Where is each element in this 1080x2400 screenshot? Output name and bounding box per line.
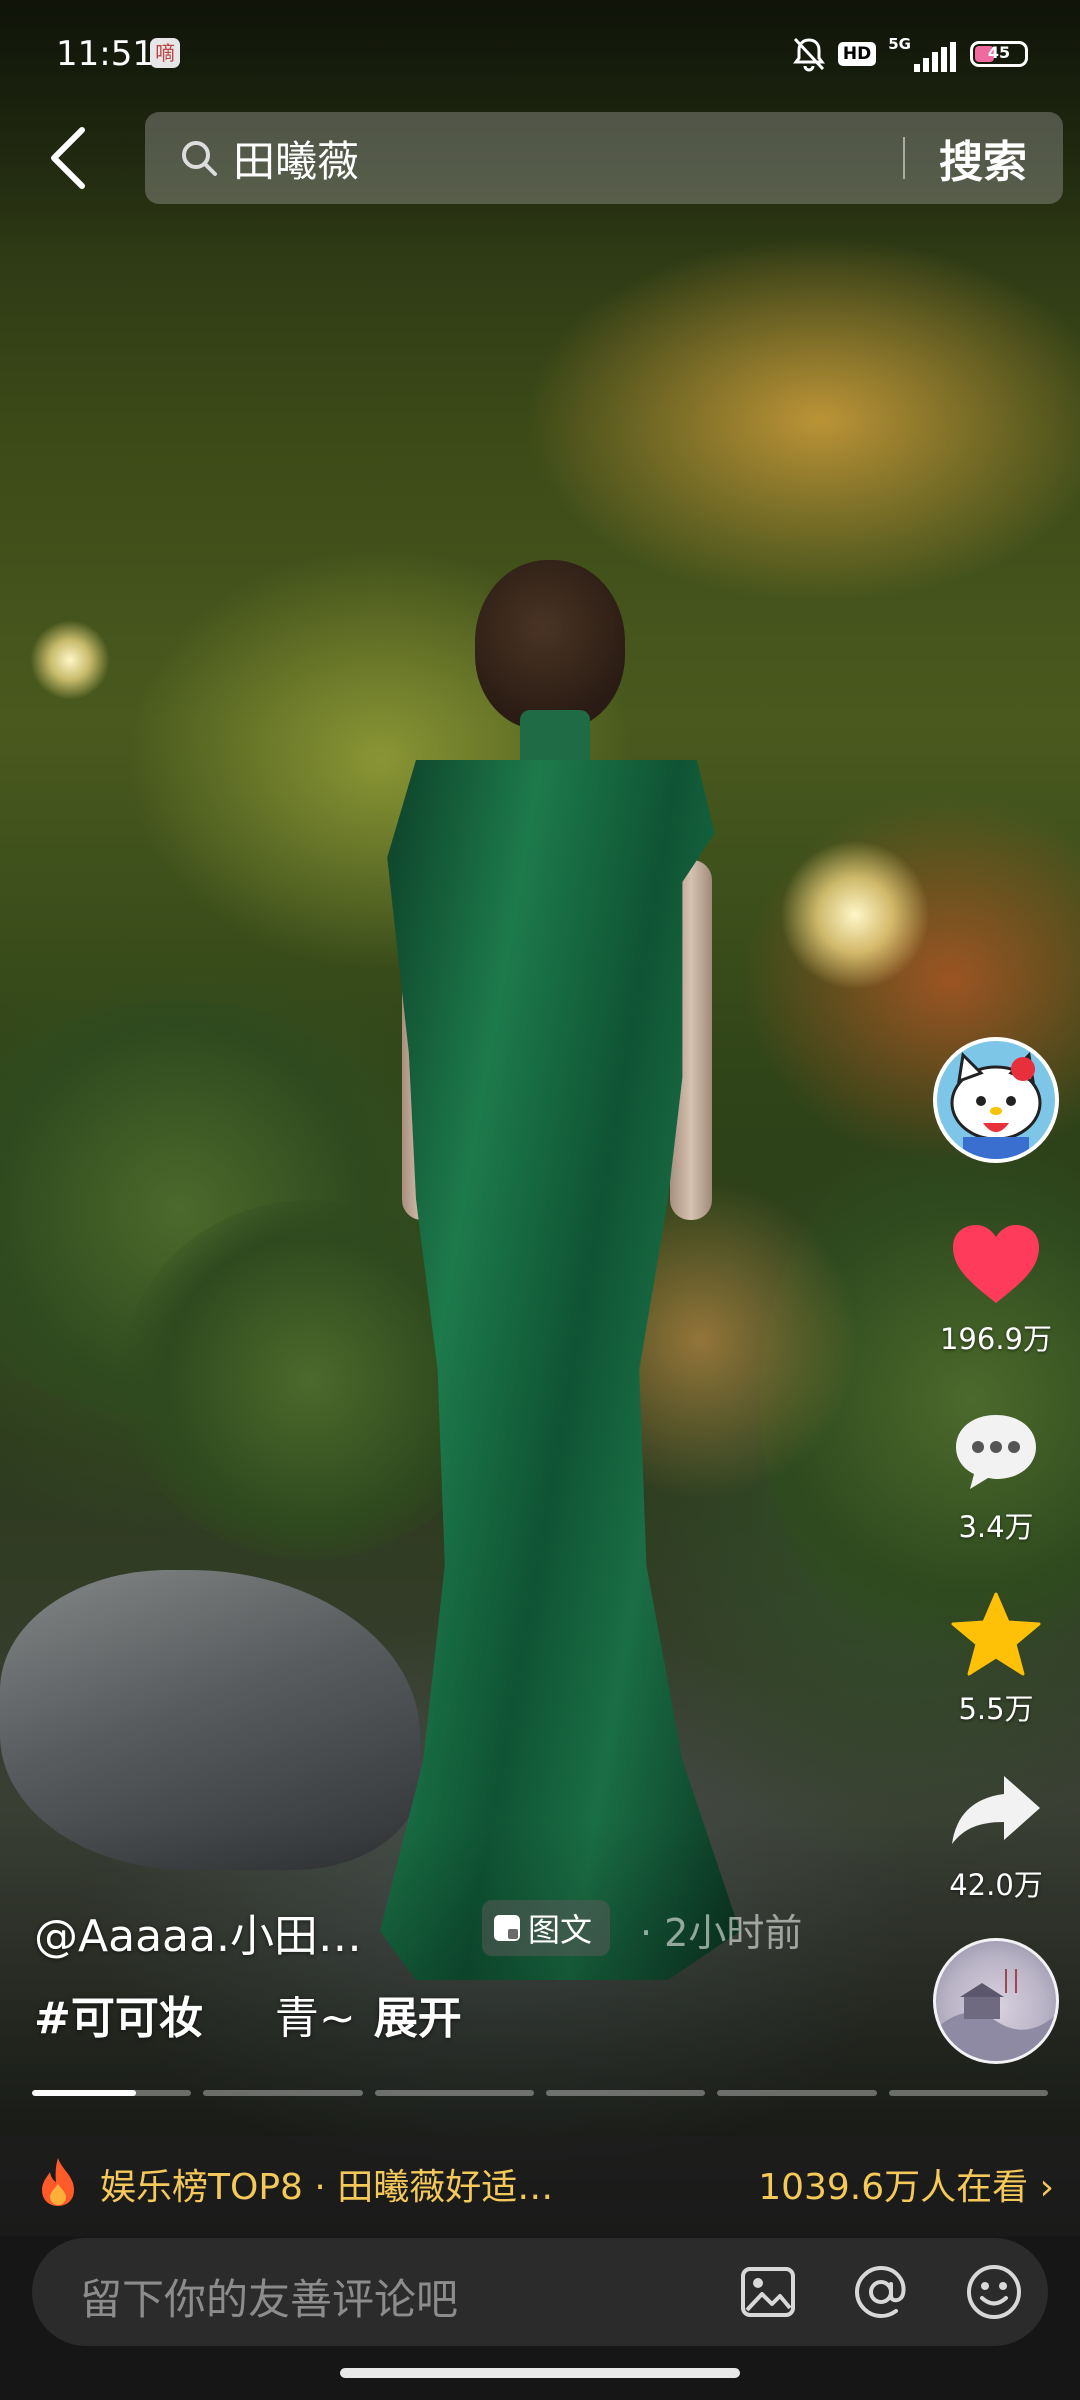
smiley-icon <box>967 2265 1021 2319</box>
music-disc[interactable] <box>933 1938 1059 2064</box>
share-count: 42.0万 <box>949 1868 1043 1902</box>
search-bar[interactable]: 田曦薇 搜索 <box>145 112 1063 204</box>
post-type-label: 图文 <box>528 1911 593 1949</box>
hot-list-title: 娱乐榜TOP8 · 田曦薇好适… <box>100 2167 554 2208</box>
search-input[interactable]: 田曦薇 <box>233 128 903 189</box>
post-type-badge: 图文 <box>482 1900 611 1956</box>
network-type-label: 5G <box>888 35 911 53</box>
fire-icon <box>42 2158 74 2206</box>
garden-lamp-light <box>780 840 930 990</box>
image-text-icon <box>494 1915 520 1941</box>
post-caption: #可可妆 青~ 展开 <box>34 1982 462 2046</box>
woman-figure <box>380 560 780 1980</box>
favorite-action[interactable]: 5.5万 <box>926 1584 1066 1728</box>
creator-avatar[interactable] <box>933 1037 1059 1163</box>
carousel-segment-fill <box>32 2090 136 2096</box>
share-action[interactable]: 42.0万 <box>926 1760 1066 1904</box>
app-screen: 11:51 嘀 HD 5G 45 田曦薇 搜索 196.9万 3.4万 5.5万… <box>0 0 1080 2400</box>
caption-text: 青~ <box>274 1993 356 2044</box>
status-icons: HD 5G 45 <box>792 32 1028 76</box>
album-cover-icon <box>936 1969 1056 2061</box>
author-name[interactable]: @Aaaaa.小田… <box>34 1900 362 1964</box>
carousel-segment <box>203 2090 363 2096</box>
search-button[interactable]: 搜索 <box>939 126 1027 190</box>
hair-bun <box>475 560 625 730</box>
star-icon <box>951 1592 1041 1676</box>
hashtag-link[interactable]: #可可妆 <box>34 1993 203 2044</box>
comment-placeholder: 留下你的友善评论吧 <box>80 2275 459 2324</box>
carousel-segment <box>545 2090 706 2096</box>
comment-action[interactable]: 3.4万 <box>926 1402 1066 1546</box>
carousel-progress <box>32 2090 1048 2096</box>
carousel-segment <box>32 2090 192 2096</box>
back-button[interactable] <box>38 118 98 198</box>
image-button[interactable] <box>730 2254 806 2330</box>
hello-kitty-avatar-icon <box>937 1041 1055 1159</box>
emoji-button[interactable] <box>956 2254 1032 2330</box>
at-sign-icon <box>854 2265 906 2319</box>
garden-lamp-light <box>30 620 110 700</box>
comment-bubble-icon <box>956 1415 1036 1489</box>
status-time: 11:51 <box>56 34 154 74</box>
expand-button[interactable]: 展开 <box>374 1993 462 2044</box>
comment-count: 3.4万 <box>958 1510 1034 1544</box>
carousel-segment <box>888 2090 1048 2096</box>
mute-bell-icon <box>792 37 825 72</box>
hot-list-banner[interactable]: 娱乐榜TOP8 · 田曦薇好适… 1039.6万人在看 › <box>0 2136 1080 2236</box>
carousel-segment <box>374 2090 534 2096</box>
battery-icon: 45 <box>970 41 1028 67</box>
post-time: · 2小时前 <box>640 1911 803 1955</box>
hot-list-viewers: 1039.6万人在看 › <box>758 2167 1054 2208</box>
carousel-segment <box>717 2090 877 2096</box>
home-indicator[interactable] <box>340 2368 740 2378</box>
like-count: 196.9万 <box>939 1322 1053 1356</box>
search-divider <box>903 137 905 179</box>
mention-button[interactable] <box>843 2254 919 2330</box>
favorite-count: 5.5万 <box>958 1692 1034 1726</box>
cellular-signal: 5G <box>888 36 958 72</box>
search-icon <box>179 138 219 178</box>
chevron-left-icon <box>51 127 85 189</box>
like-action[interactable]: 196.9万 <box>926 1214 1066 1358</box>
hd-badge: HD <box>837 42 877 66</box>
heart-icon <box>953 1225 1039 1303</box>
signal-bars-icon <box>914 42 956 72</box>
battery-percent: 45 <box>987 43 1011 62</box>
image-icon <box>741 2267 795 2317</box>
notification-app-icon: 嘀 <box>150 38 180 68</box>
share-arrow-icon <box>952 1776 1040 1844</box>
